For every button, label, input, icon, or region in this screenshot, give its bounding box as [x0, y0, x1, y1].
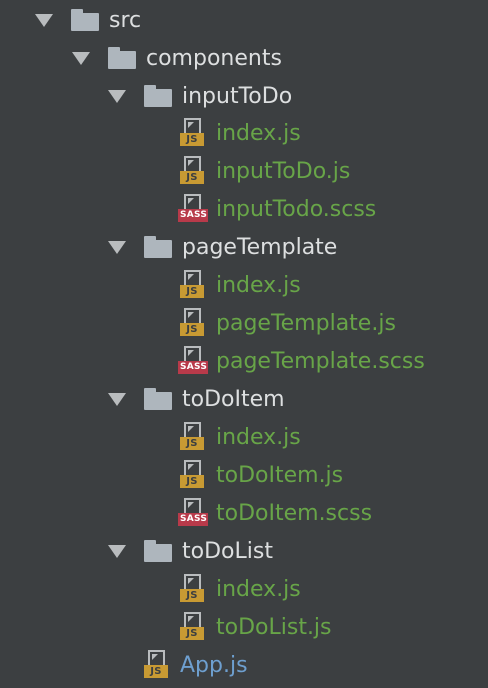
tree-file-label: inputToDo.js	[216, 158, 351, 184]
tree-file-label: index.js	[216, 424, 301, 450]
tree-node-label: pageTemplate	[182, 234, 338, 260]
tree-file-label: pageTemplate.js	[216, 310, 396, 336]
sass-file-icon: SASS	[178, 498, 210, 528]
js-file-icon: JS	[180, 422, 208, 452]
js-file-icon: JS	[180, 612, 208, 642]
tree-file-pageTemplate-js[interactable]: JS pageTemplate.js	[0, 304, 488, 342]
tree-file-App-js[interactable]: JS App.js	[0, 646, 488, 684]
chevron-down-icon[interactable]	[35, 13, 53, 27]
tree-file-inputTodo-scss[interactable]: SASS inputTodo.scss	[0, 190, 488, 228]
folder-icon	[144, 85, 172, 107]
tree-file-label: toDoList.js	[216, 614, 332, 640]
tree-node-label: toDoList	[182, 538, 273, 564]
js-file-icon: JS	[180, 118, 208, 148]
tree-file-index-js[interactable]: JS index.js	[0, 266, 488, 304]
sass-file-icon: SASS	[178, 194, 210, 224]
tree-file-label: index.js	[216, 120, 301, 146]
chevron-down-icon[interactable]	[108, 392, 126, 406]
folder-icon	[144, 236, 172, 258]
folder-icon	[144, 540, 172, 562]
chevron-down-icon[interactable]	[108, 544, 126, 558]
tree-file-toDoList-js[interactable]: JS toDoList.js	[0, 608, 488, 646]
tree-file-label: toDoItem.js	[216, 462, 344, 488]
sass-file-icon: SASS	[178, 346, 210, 376]
tree-file-index-js[interactable]: JS index.js	[0, 570, 488, 608]
folder-icon	[144, 388, 172, 410]
tree-file-label: toDoItem.scss	[216, 500, 373, 526]
tree-node-toDoList[interactable]: toDoList	[0, 532, 488, 570]
js-file-icon: JS	[180, 270, 208, 300]
js-file-icon: JS	[180, 156, 208, 186]
tree-file-inputToDo-js[interactable]: JS inputToDo.js	[0, 152, 488, 190]
tree-node-src[interactable]: src	[0, 1, 488, 39]
project-tree: src components inputToDo JS index.js JS …	[0, 0, 488, 688]
tree-file-toDoItem-js[interactable]: JS toDoItem.js	[0, 456, 488, 494]
chevron-down-icon[interactable]	[108, 240, 126, 254]
tree-node-label: components	[146, 45, 282, 71]
folder-icon	[108, 47, 136, 69]
tree-file-pageTemplate-scss[interactable]: SASS pageTemplate.scss	[0, 342, 488, 380]
tree-file-index-js[interactable]: JS index.js	[0, 114, 488, 152]
tree-node-toDoItem[interactable]: toDoItem	[0, 380, 488, 418]
tree-file-label: pageTemplate.scss	[216, 348, 425, 374]
js-file-icon: JS	[180, 460, 208, 490]
folder-icon	[71, 9, 99, 31]
js-file-icon: JS	[180, 574, 208, 604]
chevron-down-icon[interactable]	[72, 51, 90, 65]
tree-file-label: index.js	[216, 576, 301, 602]
tree-node-label: src	[109, 7, 142, 33]
tree-file-index-js[interactable]: JS index.js	[0, 418, 488, 456]
chevron-down-icon[interactable]	[108, 89, 126, 103]
tree-node-label: toDoItem	[182, 386, 285, 412]
tree-node-label: inputToDo	[182, 83, 293, 109]
tree-node-components[interactable]: components	[0, 39, 488, 77]
js-file-icon: JS	[180, 308, 208, 338]
tree-file-toDoItem-scss[interactable]: SASS toDoItem.scss	[0, 494, 488, 532]
js-file-icon: JS	[144, 650, 172, 680]
tree-file-label: App.js	[180, 652, 248, 678]
tree-file-label: inputTodo.scss	[216, 196, 377, 222]
tree-file-label: index.js	[216, 272, 301, 298]
tree-node-inputToDo[interactable]: inputToDo	[0, 77, 488, 115]
tree-node-pageTemplate[interactable]: pageTemplate	[0, 228, 488, 266]
